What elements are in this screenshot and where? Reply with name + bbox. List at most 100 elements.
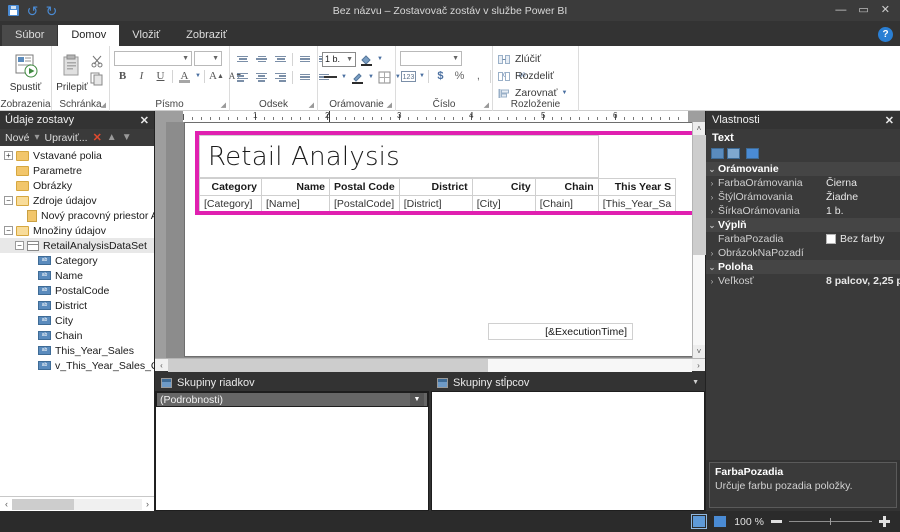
scroll-track[interactable] (168, 359, 692, 372)
new-chevron-down-icon[interactable]: ▾ (35, 132, 40, 143)
scroll-thumb[interactable] (693, 135, 706, 255)
expander-icon[interactable]: − (4, 196, 13, 205)
save-icon[interactable] (7, 4, 20, 17)
property-row[interactable]: ›Veľkosť8 palcov, 2,25 palca (706, 274, 900, 288)
edit-button[interactable]: Upraviť... (45, 132, 88, 144)
row-groups-body[interactable]: (Podrobnosti) ▼ (155, 391, 429, 511)
scroll-track[interactable] (693, 135, 705, 345)
tree-item[interactable]: Obrázky (0, 178, 154, 193)
property-row[interactable]: ›ObrázokNaPozadí (706, 246, 900, 260)
canvas-hscrollbar[interactable]: ‹ › (155, 358, 705, 371)
currency-button[interactable]: $ (432, 68, 449, 84)
zoom-out-button[interactable] (771, 520, 782, 523)
chevron-down-icon[interactable]: ▼ (692, 379, 699, 386)
paste-button[interactable]: Prilepiť (56, 51, 88, 93)
border-style-chevron-down-icon[interactable]: ▼ (341, 74, 347, 80)
tab-subor[interactable]: Súbor (2, 25, 57, 46)
tree-item[interactable]: Parametre (0, 163, 154, 178)
align-top-icon[interactable] (234, 51, 251, 67)
property-category[interactable]: ⌄Poloha (706, 260, 900, 274)
canvas-vscrollbar[interactable]: ˄ ˅ (692, 122, 705, 358)
scroll-left-icon[interactable]: ‹ (155, 361, 168, 370)
chevron-down-icon[interactable]: ▼ (410, 393, 424, 406)
border-width-select[interactable]: 1 b. ▼ (322, 52, 356, 67)
property-category[interactable]: ⌄Orámovanie (706, 162, 900, 176)
property-category[interactable]: ⌄Výplň (706, 218, 900, 232)
tree-item[interactable]: abChain (0, 328, 154, 343)
color-swatch[interactable] (826, 234, 836, 244)
scroll-right-icon[interactable]: › (142, 499, 153, 509)
align-middle-icon[interactable] (253, 51, 270, 67)
border-fill-color-icon[interactable] (358, 51, 375, 67)
font-size-select[interactable]: ▼ (194, 51, 222, 66)
scroll-right-icon[interactable]: › (692, 361, 705, 370)
font-color-chevron-down-icon[interactable]: ▼ (195, 73, 201, 79)
report-page[interactable]: Retail Analysis CategoryNamePostal CodeD… (184, 122, 692, 357)
tab-domov[interactable]: Domov (58, 25, 119, 46)
execution-time-textbox[interactable]: [&ExecutionTime] (488, 323, 633, 340)
chevron-right-icon[interactable]: › (706, 277, 718, 286)
tree-item[interactable]: abCity (0, 313, 154, 328)
report-data-tree[interactable]: +Vstavané poliaParametreObrázky−Zdroje ú… (0, 146, 154, 496)
chevron-down-icon[interactable]: ⌄ (706, 165, 718, 174)
undo-icon[interactable]: ↺ (26, 4, 39, 17)
scissors-icon[interactable] (88, 53, 105, 69)
border-style-icon[interactable] (322, 69, 339, 85)
font-family-select[interactable]: ▼ (114, 51, 192, 66)
clipboard-dialog-launcher[interactable]: ◢ (101, 101, 106, 109)
help-icon[interactable]: ? (878, 27, 893, 42)
alphabetical-icon[interactable] (727, 148, 740, 159)
scroll-down-icon[interactable]: ˅ (693, 345, 705, 358)
property-row[interactable]: ›ŠírkaOrámovania1 b. (706, 204, 900, 218)
border-color-icon[interactable] (349, 69, 366, 85)
property-row[interactable]: ›ŠtýlOrámovaniaŽiadne (706, 190, 900, 204)
tree-item[interactable]: abPostalCode (0, 283, 154, 298)
scroll-thumb[interactable] (12, 499, 74, 510)
move-up-icon[interactable]: ▲ (107, 132, 117, 143)
chevron-right-icon[interactable]: › (706, 193, 718, 202)
scroll-thumb[interactable] (168, 359, 488, 372)
property-value[interactable]: 1 b. (826, 205, 900, 217)
maximize-button[interactable]: ▭ (858, 5, 868, 16)
move-down-icon[interactable]: ▼ (122, 132, 132, 143)
number-format-select[interactable]: ▼ (400, 51, 462, 66)
print-preview-icon[interactable] (713, 515, 727, 528)
decrease-indent-icon[interactable] (296, 51, 313, 67)
row-group-item-details[interactable]: (Podrobnosti) ▼ (156, 392, 428, 407)
property-value[interactable]: Žiadne (826, 191, 900, 203)
paragraph-dialog-launcher[interactable]: ◢ (309, 101, 314, 109)
new-button[interactable]: Nové (5, 132, 30, 144)
scroll-left-icon[interactable]: ‹ (1, 499, 12, 509)
delete-icon[interactable]: ✕ (93, 131, 102, 144)
column-groups-body[interactable] (431, 391, 705, 511)
tree-item[interactable]: abName (0, 268, 154, 283)
tree-item[interactable]: −Zdroje údajov (0, 193, 154, 208)
chevron-down-icon[interactable]: ⌄ (706, 263, 718, 272)
chevron-right-icon[interactable]: › (706, 207, 718, 216)
align-right-icon[interactable] (272, 69, 289, 85)
property-value[interactable]: Čierna (826, 177, 900, 189)
chevron-down-icon[interactable]: ⌄ (706, 221, 718, 230)
expander-icon[interactable]: + (4, 151, 13, 160)
split-button[interactable]: Rozdeliť (497, 68, 567, 84)
percent-button[interactable]: % (451, 68, 468, 84)
tree-item[interactable]: +Vstavané polia (0, 148, 154, 163)
properties-list[interactable]: ⌄Orámovanie›FarbaOrámovaniaČierna›ŠtýlOr… (706, 161, 900, 460)
number-style-icon[interactable]: 123 (400, 68, 417, 84)
run-button[interactable]: Spustiť (4, 51, 47, 93)
redo-icon[interactable]: ↻ (45, 4, 58, 17)
minimize-button[interactable]: — (835, 5, 846, 16)
expander-icon[interactable]: − (4, 226, 13, 235)
bullet-list-icon[interactable] (296, 69, 313, 85)
font-dialog-launcher[interactable]: ◢ (221, 101, 226, 109)
tab-vlozit[interactable]: Vložiť (119, 25, 173, 46)
underline-button[interactable]: U (152, 68, 169, 84)
property-value[interactable]: Bez farby (826, 233, 900, 245)
report-canvas[interactable]: Retail Analysis CategoryNamePostal CodeD… (166, 122, 692, 358)
property-row[interactable]: ›FarbaOrámovaniaČierna (706, 176, 900, 190)
zoom-slider[interactable] (789, 521, 872, 522)
tree-item[interactable]: −RetailAnalysisDataSet (0, 238, 154, 253)
border-fill-chevron-down-icon[interactable]: ▼ (377, 56, 383, 62)
tree-item[interactable]: abCategory (0, 253, 154, 268)
border-dialog-launcher[interactable]: ◢ (387, 101, 392, 109)
